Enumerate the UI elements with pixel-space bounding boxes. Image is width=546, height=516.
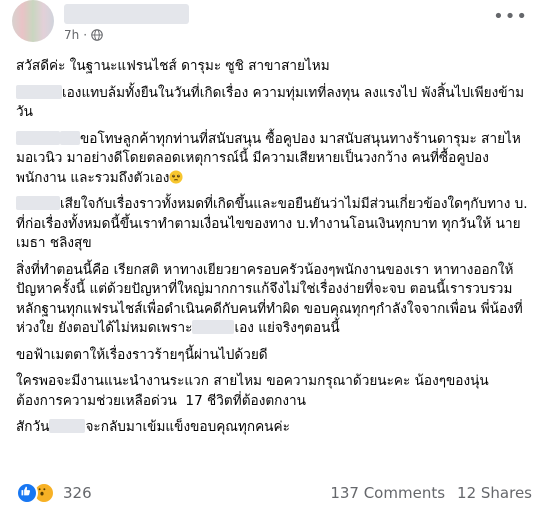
post-text: สวัสดีค่ะ ในฐานะแฟรนไชส์ ดารุมะ ซูชิ สาข… <box>16 57 532 438</box>
post-meta: 7h · <box>64 27 103 43</box>
post-paragraph: สักวัน จะกลับมาเข้มแข็งขอบคุณทุกคนค่ะ <box>16 419 290 435</box>
post-paragraph: ใครพอจะมีงานแนะนำงานระแวก สายไหม ขอความก… <box>16 373 489 409</box>
redacted-text <box>16 130 60 145</box>
post-paragraph: สิ่งที่ทำตอนนี้คือ เรียกสติ หาทางเยียวยา… <box>16 261 523 337</box>
post-paragraph: ขอฟ้าเมตตาให้เรื่องราวร้ายๆนี้ผ่านไปด้วย… <box>16 346 268 363</box>
more-options-icon[interactable]: ••• <box>493 6 528 27</box>
redacted-text <box>49 419 86 433</box>
shares-count-link[interactable]: 12 Shares <box>457 484 532 502</box>
post-paragraph: ขอโทษลูกค้าทุกท่านที่สนับสนุน ซื้อคูปอง … <box>16 130 521 186</box>
post-paragraph: สวัสดีค่ะ ในฐานะแฟรนไชส์ ดารุมะ ซูชิ สาข… <box>16 58 330 74</box>
avatar[interactable] <box>12 0 54 42</box>
redacted-text <box>16 196 60 210</box>
reaction-count: 326 <box>63 484 92 502</box>
post-paragraph: เองแทบล้มทั้งยืนในวันที่เกิดเรื่อง ความท… <box>16 84 525 120</box>
post-footer: 326 137 Comments 12 Shares <box>16 482 532 504</box>
post-paragraph: เสียใจกับเรื่องราวทั้งหมดที่เกิดขึ้นและข… <box>16 196 532 251</box>
redacted-text <box>16 84 62 99</box>
comments-count-link[interactable]: 137 Comments <box>330 484 445 502</box>
pleading-face-emoji <box>169 169 184 184</box>
post-stats: 137 Comments 12 Shares <box>330 484 532 502</box>
like-reaction-icon <box>16 482 38 504</box>
post-time[interactable]: 7h <box>64 28 79 42</box>
facebook-post-card: 7h · ••• สวัสดีค่ะ ในฐานะแฟรนไชส์ ดารุมะ… <box>0 0 546 516</box>
redacted-text <box>60 130 80 145</box>
reactions-summary[interactable]: 326 <box>16 482 92 504</box>
author-name-redacted[interactable] <box>64 4 189 24</box>
redacted-text <box>192 320 235 334</box>
globe-icon <box>91 29 103 41</box>
